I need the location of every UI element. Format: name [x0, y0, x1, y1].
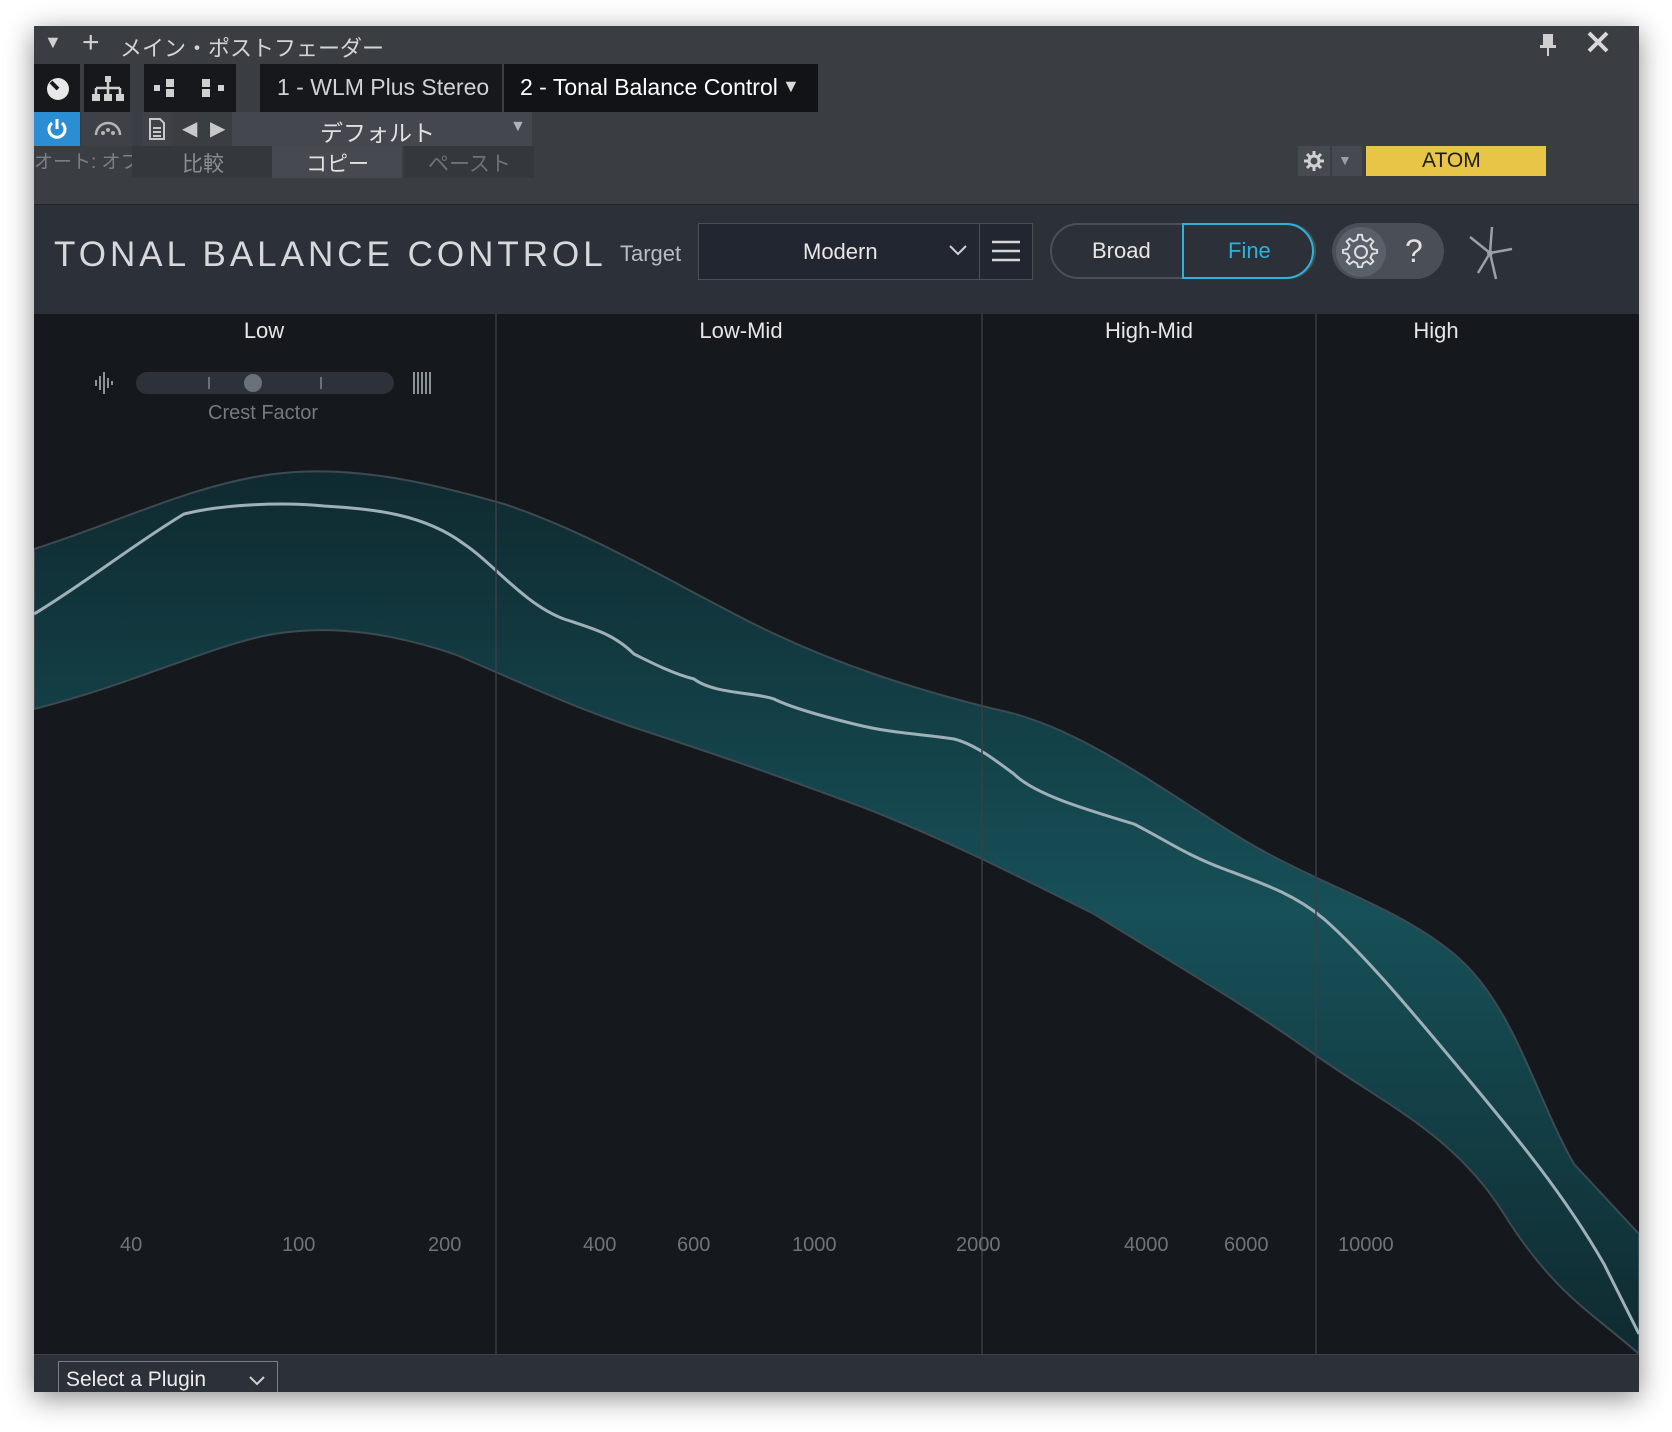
preset-label: デフォルト: [320, 120, 435, 146]
add-icon[interactable]: +: [82, 26, 100, 60]
compare-button[interactable]: 比較: [132, 146, 272, 178]
chevron-down-icon: ▼: [510, 118, 526, 135]
target-dropdown[interactable]: Modern: [698, 223, 980, 280]
waveform-icon: [95, 372, 113, 394]
plugin-window: ▼ + メイン・ポストフェーダー 1 - WLM Plus Stereo 2 -…: [34, 26, 1639, 1392]
routing-button[interactable]: [34, 64, 80, 112]
copy-button[interactable]: コピー: [272, 146, 402, 178]
slot-tab-1[interactable]: 1 - WLM Plus Stereo: [260, 64, 502, 112]
tick-label: 400: [583, 1234, 617, 1256]
auto-off-button[interactable]: オート: オフ: [34, 147, 140, 174]
insert-right-icon: [200, 79, 224, 97]
slot-tab-2[interactable]: 2 - Tonal Balance Control ▼: [504, 64, 818, 112]
izotope-logo-icon[interactable]: [1462, 223, 1522, 283]
tick-label: 4000: [1124, 1234, 1169, 1256]
plugin-title: TONAL BALANCE CONTROL: [54, 235, 607, 274]
crest-factor-handle[interactable]: [244, 374, 262, 392]
gear-icon: [1342, 233, 1379, 269]
tick-label: 1000: [792, 1234, 837, 1256]
close-icon[interactable]: [1586, 30, 1610, 60]
fine-label: Fine: [1228, 238, 1271, 263]
crest-factor-label: Crest Factor: [208, 402, 319, 424]
bypass-knob-icon: [47, 78, 69, 100]
broad-label: Broad: [1092, 238, 1151, 263]
insert-right-button[interactable]: [190, 64, 236, 112]
chevron-down-small-icon: ▼: [1338, 152, 1352, 168]
dropdown-arrow-icon[interactable]: ▼: [44, 32, 62, 53]
preset-dropdown[interactable]: デフォルト ▼: [232, 112, 532, 146]
slot-1-label: 1 - WLM Plus Stereo: [277, 74, 490, 100]
settings-small-button[interactable]: [1298, 146, 1330, 176]
power-button[interactable]: [34, 112, 80, 146]
headphones-icon: [94, 121, 122, 136]
power-icon: [47, 119, 67, 139]
bars-icon: [413, 372, 431, 394]
slider-tick: [208, 377, 210, 389]
insert-left-button[interactable]: [144, 64, 190, 112]
paste-label: ペースト: [428, 153, 511, 176]
target-menu-button[interactable]: [979, 223, 1033, 280]
band-label-low-mid: Low-Mid: [699, 318, 783, 343]
spectrum-plot: Low Low-Mid High-Mid High Crest Factor 4…: [34, 314, 1639, 1354]
insert-left-icon: [154, 79, 176, 97]
chain-view-button[interactable]: [84, 64, 130, 112]
broad-button[interactable]: Broad: [1052, 225, 1182, 277]
chevron-down-icon: [249, 1376, 265, 1386]
prev-preset-icon[interactable]: ◀: [182, 116, 197, 141]
tick-label: 6000: [1224, 1234, 1269, 1256]
pin-icon[interactable]: [1538, 33, 1558, 63]
slider-tick: [320, 377, 322, 389]
slot-2-label: 2 - Tonal Balance Control: [520, 74, 778, 100]
help-icon: ?: [1405, 233, 1423, 269]
crest-factor-slider[interactable]: [136, 372, 394, 394]
footer-bar: Select a Plugin: [34, 1354, 1639, 1392]
frequency-axis: 40 100 200 400 600 1000 2000 4000 6000 1…: [34, 1234, 1639, 1264]
slot-dropdown-icon[interactable]: ▼: [782, 76, 800, 97]
paste-button[interactable]: ペースト: [404, 146, 534, 178]
band-label-high-mid: High-Mid: [1104, 318, 1194, 343]
hierarchy-icon: [92, 76, 124, 101]
atom-button[interactable]: ATOM: [1366, 146, 1546, 176]
band-label-low: Low: [243, 318, 285, 343]
settings-dropdown-button[interactable]: ▼: [1332, 146, 1362, 176]
atom-label: ATOM: [1422, 149, 1481, 172]
preset-file-button[interactable]: [142, 112, 172, 146]
target-range-band: [34, 470, 1639, 1354]
select-plugin-label: Select a Plugin: [66, 1368, 207, 1391]
document-icon: [149, 118, 165, 140]
settings-button[interactable]: [1336, 227, 1386, 277]
select-plugin-dropdown[interactable]: Select a Plugin: [58, 1361, 278, 1392]
copy-label: コピー: [306, 153, 369, 176]
plugin-header: TONAL BALANCE CONTROL Target Modern Broa…: [34, 204, 1639, 315]
fine-button[interactable]: Fine: [1182, 223, 1314, 279]
tick-label: 600: [677, 1234, 711, 1256]
title-bar: ▼ + メイン・ポストフェーダー: [34, 26, 1639, 64]
target-value: Modern: [803, 239, 878, 264]
next-preset-icon[interactable]: ▶: [210, 116, 225, 141]
window-title: メイン・ポストフェーダー: [120, 36, 385, 61]
sidechain-button[interactable]: [82, 112, 132, 146]
compare-label: 比較: [182, 153, 224, 176]
tick-label: 2000: [956, 1234, 1001, 1256]
chevron-down-icon: [949, 245, 967, 256]
menu-icon: [992, 240, 1020, 262]
target-label: Target: [620, 241, 682, 266]
tick-label: 100: [282, 1234, 316, 1256]
band-label-high: High: [1413, 318, 1459, 343]
tick-label: 10000: [1338, 1234, 1394, 1256]
help-button[interactable]: ?: [1390, 227, 1440, 277]
tick-label: 40: [120, 1234, 143, 1256]
tonal-curve-graph: [34, 314, 1639, 1354]
gear-small-icon: [1304, 151, 1324, 171]
tick-label: 200: [428, 1234, 462, 1256]
